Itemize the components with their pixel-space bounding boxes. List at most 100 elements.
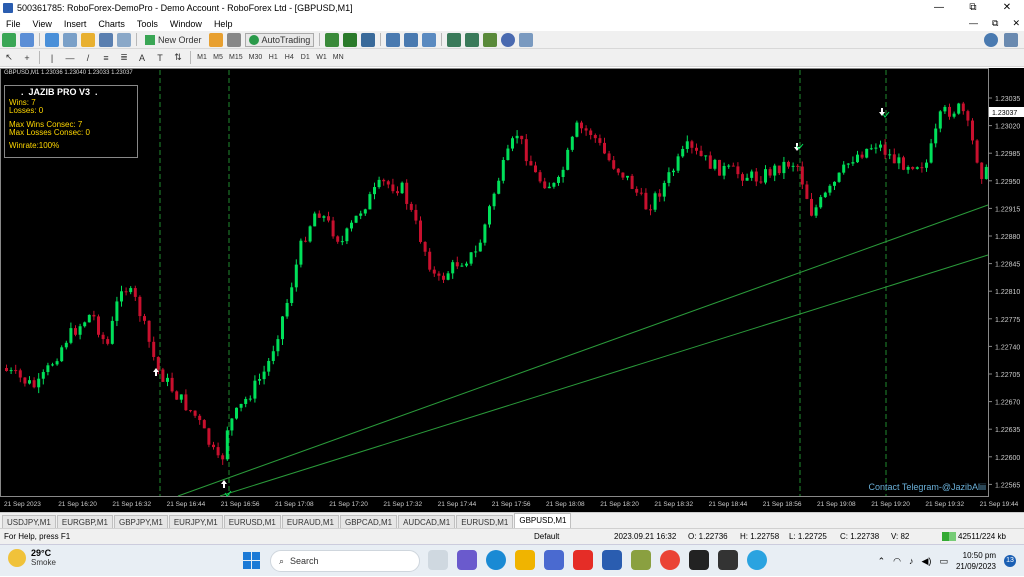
equidistant-channel-icon[interactable]: ≡ xyxy=(99,51,113,65)
candle-body xyxy=(83,322,87,327)
close-button[interactable]: ✕ xyxy=(990,0,1024,16)
youtube-icon[interactable] xyxy=(573,550,593,570)
candle-body xyxy=(819,197,823,208)
tab-gbpusd[interactable]: GBPUSD,M1 xyxy=(514,513,572,528)
templates-icon[interactable] xyxy=(519,32,534,47)
store-icon[interactable] xyxy=(544,550,564,570)
timeframe-m30[interactable]: M30 xyxy=(247,51,265,65)
teams-icon[interactable] xyxy=(457,550,477,570)
metaeditor-icon[interactable] xyxy=(208,32,223,47)
telegram-icon[interactable] xyxy=(747,550,767,570)
trendline-icon[interactable]: / xyxy=(81,51,95,65)
tab-gbpjpy[interactable]: GBPJPY,M1 xyxy=(113,515,168,528)
menu-view[interactable]: View xyxy=(27,19,58,29)
chevron-up-icon[interactable]: ⌃ xyxy=(878,556,886,567)
tab-audcad[interactable]: AUDCAD,M1 xyxy=(398,515,456,528)
menu-tools[interactable]: Tools xyxy=(131,19,164,29)
autotrading-button[interactable]: AutoTrading xyxy=(244,32,315,47)
metatrader-icon[interactable] xyxy=(602,550,622,570)
timeframe-w1[interactable]: W1 xyxy=(314,51,329,65)
chart-window[interactable]: 1.23035 1.23020 1.22985 1.22950 1.22915 1.228… xyxy=(0,68,1024,512)
timeframe-m5[interactable]: M5 xyxy=(211,51,225,65)
restore-button[interactable]: ⧉ xyxy=(956,0,990,16)
start-button[interactable] xyxy=(243,552,260,569)
zoom-in-icon[interactable] xyxy=(386,32,401,47)
app-icon[interactable] xyxy=(631,550,651,570)
candle-body xyxy=(124,291,128,293)
capcut-icon[interactable] xyxy=(718,550,738,570)
text-icon[interactable]: A xyxy=(135,51,149,65)
indicators-icon[interactable] xyxy=(483,32,498,47)
arrows-icon[interactable]: ⇅ xyxy=(171,51,185,65)
chart-restore-button[interactable]: ⧉ xyxy=(992,16,998,31)
candlestick-icon[interactable] xyxy=(343,32,358,47)
horizontal-line-icon[interactable]: — xyxy=(63,51,77,65)
task-view-icon[interactable] xyxy=(428,550,448,570)
chart-close-button[interactable]: ✕ xyxy=(1012,16,1020,31)
candle-body xyxy=(980,162,984,179)
menu-file[interactable]: File xyxy=(0,19,27,29)
chrome-icon[interactable] xyxy=(660,550,680,570)
weather-widget[interactable]: 29°C Smoke xyxy=(8,548,56,567)
menu-insert[interactable]: Insert xyxy=(58,19,93,29)
line-chart-icon[interactable] xyxy=(361,32,376,47)
profiles-icon[interactable] xyxy=(20,32,34,47)
timeframe-mn[interactable]: MN xyxy=(331,51,346,65)
tab-eurusd-2[interactable]: EURUSD,M1 xyxy=(456,515,514,528)
crosshair-icon[interactable]: + xyxy=(20,51,34,65)
chat-icon[interactable] xyxy=(1004,32,1018,47)
clock[interactable]: 10:50 pm 21/09/2023 xyxy=(956,550,996,572)
terminal-app-icon[interactable] xyxy=(689,550,709,570)
status-profile[interactable]: Default xyxy=(534,532,559,541)
price-chart[interactable]: 1.23035 1.23020 1.22985 1.22950 1.22915 1.228… xyxy=(0,68,1024,512)
window-controls: — ⧉ ✕ xyxy=(922,0,1024,16)
status-traffic: 42511/224 kb xyxy=(958,532,1006,541)
menu-charts[interactable]: Charts xyxy=(92,19,131,29)
zoom-out-icon[interactable] xyxy=(404,32,419,47)
tab-gbpcad[interactable]: GBPCAD,M1 xyxy=(339,515,398,528)
signals-icon[interactable] xyxy=(226,32,241,47)
vertical-line-icon[interactable]: | xyxy=(45,51,59,65)
text-label-icon[interactable]: T xyxy=(153,51,167,65)
new-order-button[interactable]: New Order xyxy=(142,33,205,47)
data-window-icon[interactable] xyxy=(63,32,77,47)
volume-icon[interactable]: ◀) xyxy=(922,556,932,567)
network-icon[interactable]: ◠ xyxy=(893,556,901,567)
fibonacci-icon[interactable]: ≣ xyxy=(117,51,131,65)
tab-euraud[interactable]: EURAUD,M1 xyxy=(281,515,339,528)
cursor-icon[interactable]: ↖ xyxy=(2,51,16,65)
file-explorer-icon[interactable] xyxy=(515,550,535,570)
tab-eurjpy[interactable]: EURJPY,M1 xyxy=(168,515,223,528)
menu-window[interactable]: Window xyxy=(164,19,208,29)
tab-eurgbp[interactable]: EURGBP,M1 xyxy=(56,515,113,528)
taskbar-search[interactable]: ⌕ Search xyxy=(270,550,420,572)
autoscroll-icon[interactable] xyxy=(465,32,480,47)
timeframe-d1[interactable]: D1 xyxy=(298,51,312,65)
timeframe-m1[interactable]: M1 xyxy=(195,51,209,65)
chart-shift-icon[interactable] xyxy=(447,32,462,47)
timeframe-h4[interactable]: H4 xyxy=(282,51,296,65)
terminal-icon[interactable] xyxy=(99,32,113,47)
menu-help[interactable]: Help xyxy=(208,19,239,29)
strategy-tester-icon[interactable] xyxy=(117,32,131,47)
notification-badge[interactable]: 13 xyxy=(1004,555,1016,567)
max-losses-text: Max Losses Consec: 0 xyxy=(9,128,90,137)
candle-body xyxy=(14,370,18,372)
chart-minimize-button[interactable]: — xyxy=(969,16,978,31)
timeframe-m15[interactable]: M15 xyxy=(227,51,245,65)
bar-chart-icon[interactable] xyxy=(325,32,340,47)
tab-eurusd[interactable]: EURUSD,M1 xyxy=(223,515,281,528)
tile-windows-icon[interactable] xyxy=(422,32,437,47)
microphone-icon[interactable]: ♪ xyxy=(909,556,914,566)
new-chart-icon[interactable] xyxy=(2,32,16,47)
minimize-button[interactable]: — xyxy=(922,0,956,16)
battery-icon[interactable]: ▭ xyxy=(939,556,948,567)
market-watch-icon[interactable] xyxy=(45,32,59,47)
search-icon[interactable] xyxy=(984,32,998,47)
periods-icon[interactable] xyxy=(501,32,516,47)
navigator-icon[interactable] xyxy=(81,32,95,47)
tab-usdjpy[interactable]: USDJPY,M1 xyxy=(2,515,56,528)
candle-body xyxy=(649,209,652,211)
timeframe-h1[interactable]: H1 xyxy=(266,51,280,65)
edge-icon[interactable] xyxy=(486,550,506,570)
